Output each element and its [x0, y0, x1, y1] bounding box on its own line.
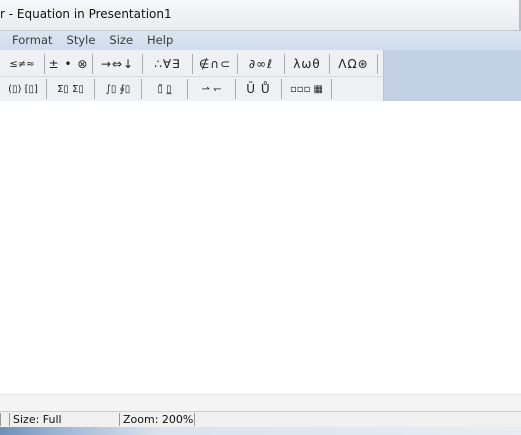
matrix-templates-button[interactable]: ▫▫▫ ▦ [282, 79, 332, 99]
logical-templates-button[interactable]: ∴∀∃ [143, 54, 193, 74]
greek-lower-button[interactable]: λωθ [285, 54, 330, 74]
labeled-arrow-button[interactable]: ⇀ ↽ [188, 79, 236, 99]
summation-templates-button[interactable]: Σ▯ Σ▯ [47, 79, 95, 99]
fence-templates-button[interactable]: (▯) [▯] [0, 79, 47, 99]
menu-bar: Format Style Size Help [0, 31, 521, 50]
arrow-templates-button[interactable]: →⇔↓ [93, 54, 143, 74]
status-style [0, 413, 9, 426]
equation-toolbar: ≤≠≈ ± • ⊗ →⇔↓ ∴∀∃ ∉∩⊂ ∂∞ℓ λωθ ΛΩ⊛ (▯) [▯… [0, 50, 384, 101]
status-bar: Size: Full Zoom: 200% [0, 411, 521, 427]
menu-help[interactable]: Help [140, 33, 180, 48]
menu-size[interactable]: Size [102, 33, 140, 48]
relational-templates-button[interactable]: ≤≠≈ [0, 54, 45, 74]
underbar-overbar-button[interactable]: ▯̄ ▯̲ [142, 79, 188, 99]
equation-editing-area[interactable] [0, 101, 521, 394]
symbol-palette-row: ≤≠≈ ± • ⊗ →⇔↓ ∴∀∃ ∉∩⊂ ∂∞ℓ λωθ ΛΩ⊛ [0, 52, 384, 76]
operator-templates-button[interactable]: ± • ⊗ [45, 54, 93, 74]
template-palette-row: (▯) [▯] Σ▯ Σ▯ ∫▯ ∮▯ ▯̄ ▯̲ ⇀ ↽ Ū Ů ▫▫▫ ▦ [0, 76, 384, 101]
window-title: r - Equation in Presentation1 [0, 7, 172, 21]
menu-style[interactable]: Style [60, 33, 103, 48]
menu-format[interactable]: Format [5, 33, 60, 48]
title-bar: r - Equation in Presentation1 [0, 0, 521, 31]
greek-upper-button[interactable]: ΛΩ⊛ [330, 54, 378, 74]
canvas-bottom-margin [0, 394, 521, 411]
integral-templates-button[interactable]: ∫▯ ∮▯ [95, 79, 142, 99]
status-size: Size: Full [9, 413, 119, 426]
set-theory-templates-button[interactable]: ∉∩⊂ [193, 54, 238, 74]
taskbar-strip [0, 427, 521, 435]
status-zoom: Zoom: 200% [119, 413, 195, 426]
products-set-button[interactable]: Ū Ů [236, 79, 282, 99]
misc-symbols-button[interactable]: ∂∞ℓ [238, 54, 285, 74]
